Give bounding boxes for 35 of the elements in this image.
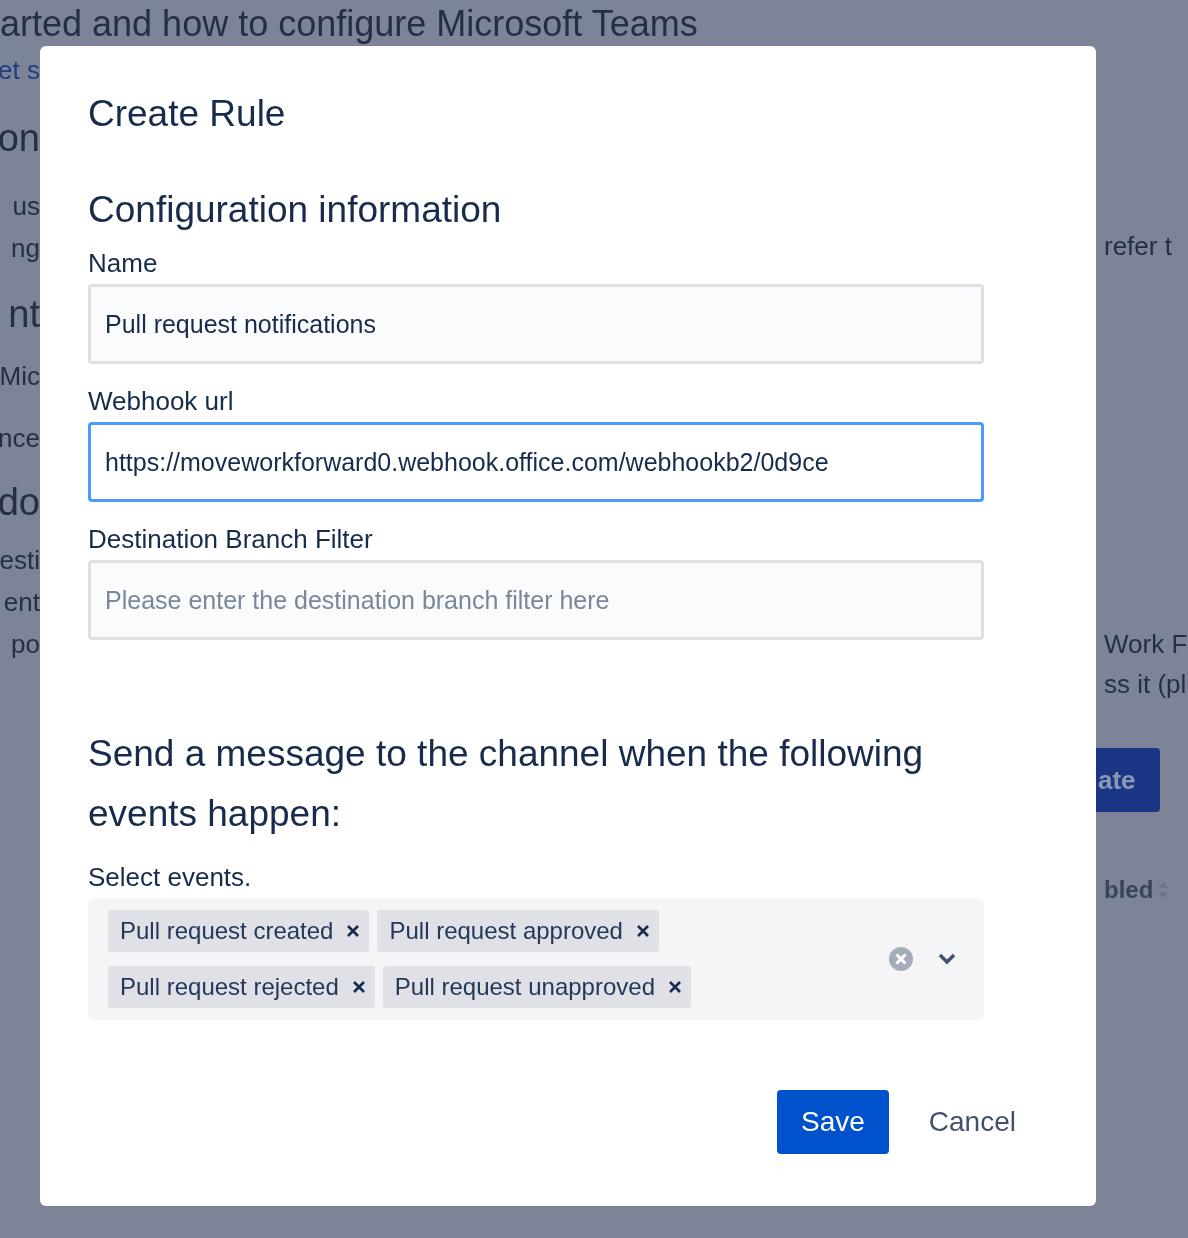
event-tag: Pull request approved bbox=[377, 910, 659, 952]
event-tag: Pull request created bbox=[108, 910, 370, 952]
text-fragment: nce bbox=[0, 422, 40, 454]
event-tag: Pull request rejected bbox=[108, 966, 375, 1008]
text-fragment: Mic bbox=[0, 360, 40, 392]
events-label: Select events. bbox=[88, 861, 253, 894]
text-fragment: ss it (pl bbox=[1104, 668, 1188, 700]
text-fragment: refer t bbox=[1104, 231, 1172, 261]
cancel-button[interactable]: Cancel bbox=[904, 1090, 1040, 1154]
section-title: Configuration information bbox=[88, 188, 503, 232]
text-fragment: us bbox=[12, 190, 40, 222]
page-heading: arted and how to configure Microsoft Teams bbox=[0, 2, 698, 46]
create-button[interactable]: ate bbox=[1096, 748, 1160, 812]
text-fragment: Work F bbox=[1104, 628, 1188, 660]
remove-icon[interactable] bbox=[636, 925, 649, 937]
save-button[interactable]: Save bbox=[777, 1090, 889, 1154]
events-select[interactable]: Pull request created Pull request approved Pull request rejected Pull request unapproved bbox=[88, 898, 984, 1020]
text-field[interactable]: Please enter the destination branch filter here bbox=[88, 560, 984, 640]
remove-icon[interactable] bbox=[352, 981, 365, 993]
text-fragment: ent bbox=[3, 586, 40, 618]
chevron-down-icon[interactable] bbox=[938, 953, 956, 965]
text-field[interactable]: Pull request notifications bbox=[88, 284, 984, 364]
dialog-title: Create Rule bbox=[88, 92, 287, 136]
remove-icon[interactable] bbox=[347, 925, 360, 937]
text-fragment: ng bbox=[11, 232, 40, 264]
remove-icon[interactable] bbox=[669, 981, 681, 993]
event-tag: Pull request unapproved bbox=[382, 966, 691, 1008]
text-fragment: esti bbox=[0, 544, 40, 576]
events-heading: Send a message to the channel when the following events happen: bbox=[88, 732, 925, 836]
field-label: Name bbox=[88, 247, 159, 280]
text-fragment: po bbox=[11, 628, 40, 660]
heading-fragment: nt bbox=[8, 292, 40, 337]
field-label: Destination Branch Filter bbox=[88, 523, 374, 556]
text-field[interactable]: https://moveworkforward0.webhook.office.com/webhookb2/0d9ce bbox=[88, 422, 984, 502]
field-label: Webhook url bbox=[88, 385, 235, 418]
